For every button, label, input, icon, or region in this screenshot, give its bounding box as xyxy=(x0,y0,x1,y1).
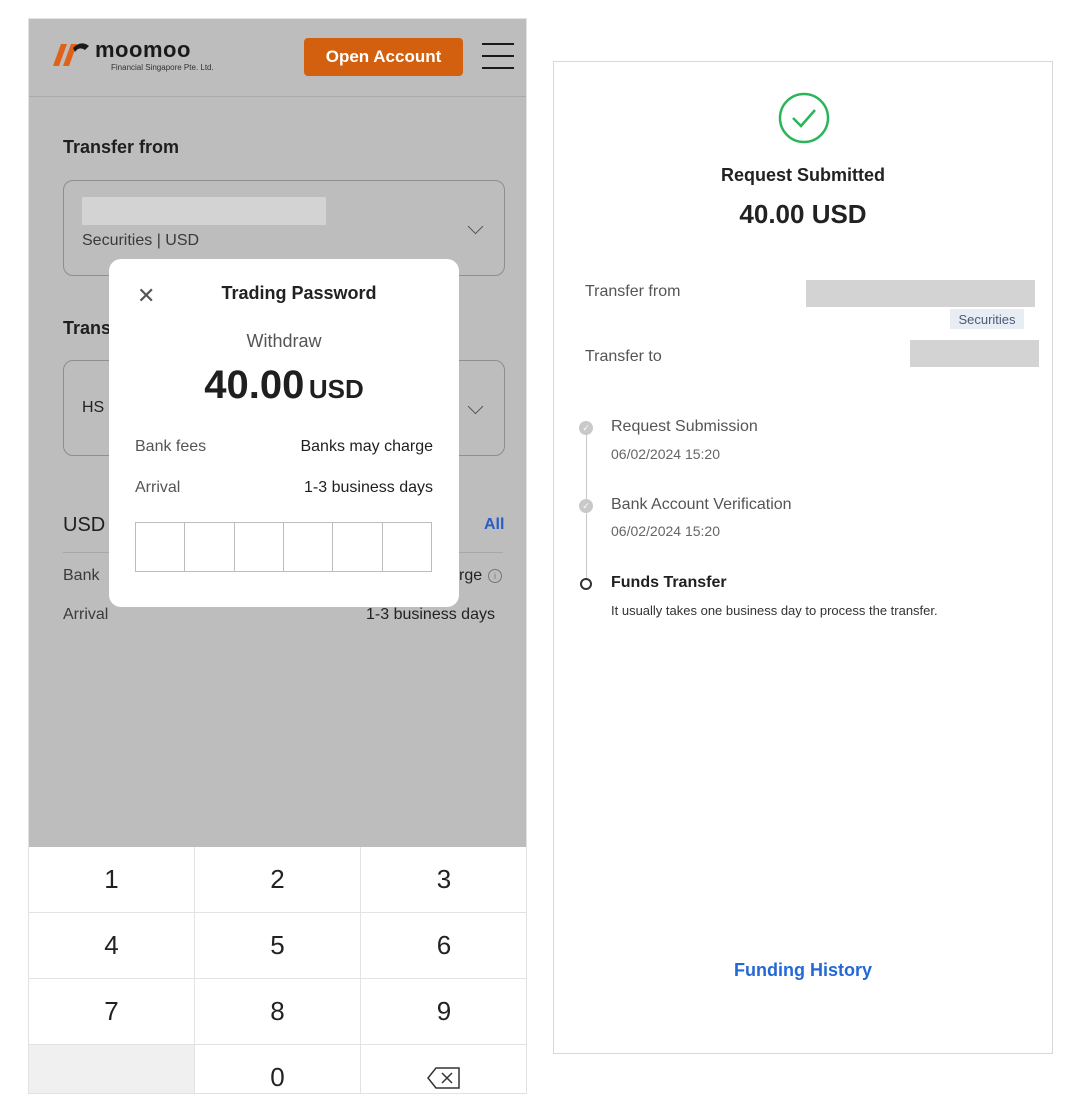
transfer-from-account-sub: Securities | USD xyxy=(82,232,200,249)
brand-subtitle: Financial Singapore Pte. Ltd. xyxy=(111,63,214,72)
numeric-keypad: 1 2 3 4 5 6 7 8 9 0 xyxy=(29,847,526,1093)
check-icon: ✓ xyxy=(579,499,593,513)
chevron-down-icon xyxy=(467,398,484,415)
transfer-from-label: Transfer from xyxy=(585,283,681,300)
request-amount: 40.00 USD xyxy=(739,199,867,229)
header: moomoo Financial Singapore Pte. Ltd. Ope… xyxy=(29,19,526,97)
trading-password-dialog: ✕ Trading Password Withdraw 40.00 USD Ba… xyxy=(109,259,459,607)
funding-history-link[interactable]: Funding History xyxy=(554,960,1052,981)
bank-fees-value: Banks may charge xyxy=(300,438,433,455)
timeline-step-title: Funds Transfer xyxy=(611,574,727,591)
moomoo-logo-icon xyxy=(53,43,89,66)
key-3[interactable]: 3 xyxy=(361,847,526,913)
key-empty xyxy=(29,1045,195,1093)
redacted-account xyxy=(82,197,326,225)
bank-fees-label: Bank xyxy=(63,567,100,584)
info-icon[interactable]: i xyxy=(488,569,502,583)
pin-digit[interactable] xyxy=(235,523,284,571)
redacted-account xyxy=(806,280,1035,307)
timeline-step-date: 06/02/2024 15:20 xyxy=(611,446,720,462)
arrival-value: 1-3 business days xyxy=(366,606,495,623)
transfer-to-account: HS xyxy=(82,399,105,416)
dialog-amount: 40.00 USD xyxy=(109,363,459,408)
timeline-step-title: Request Submission xyxy=(611,418,758,435)
pin-digit[interactable] xyxy=(284,523,334,571)
amount-currency: USD xyxy=(308,374,364,404)
key-6[interactable]: 6 xyxy=(361,913,526,979)
chevron-down-icon xyxy=(467,218,484,235)
key-2[interactable]: 2 xyxy=(195,847,361,913)
transfer-from-label: Transfer from xyxy=(63,137,180,157)
pin-digit[interactable] xyxy=(333,523,383,571)
arrival-label: Arrival xyxy=(63,606,109,623)
withdraw-screen: moomoo Financial Singapore Pte. Ltd. Ope… xyxy=(28,18,527,1094)
timeline-step-date: 06/02/2024 15:20 xyxy=(611,523,720,539)
backspace-icon xyxy=(427,1066,460,1089)
pin-digit[interactable] xyxy=(185,523,235,571)
key-8[interactable]: 8 xyxy=(195,979,361,1045)
success-check-icon xyxy=(778,92,830,144)
menu-icon[interactable] xyxy=(482,43,514,71)
arrival-label: Arrival xyxy=(135,479,181,496)
arrival-value: 1-3 business days xyxy=(304,479,433,496)
request-submitted-panel: Request Submitted 40.00 USD Transfer fro… xyxy=(553,61,1053,1054)
amount-value: 40.00 xyxy=(204,363,305,407)
pending-step-icon xyxy=(580,578,592,590)
pin-digit[interactable] xyxy=(383,523,431,571)
bank-fees-row: Bank fees Banks may charge xyxy=(135,438,433,456)
dialog-title: Trading Password xyxy=(221,283,377,303)
check-icon: ✓ xyxy=(579,421,593,435)
key-4[interactable]: 4 xyxy=(29,913,195,979)
bank-fees-value: rge xyxy=(459,567,483,584)
all-link[interactable]: All xyxy=(484,516,504,534)
bank-fees-label: Bank fees xyxy=(135,438,207,455)
timeline-step-note: It usually takes one business day to pro… xyxy=(611,603,938,618)
transfer-to-label: Transfer to xyxy=(585,348,662,365)
timeline-step-title: Bank Account Verification xyxy=(611,496,792,513)
password-input[interactable] xyxy=(135,522,432,572)
transfer-to-label: Trans xyxy=(63,318,112,338)
arrival-row: Arrival 1-3 business days xyxy=(135,479,433,497)
open-account-button[interactable]: Open Account xyxy=(304,38,463,76)
amount-label: USD xyxy=(63,514,106,536)
key-0[interactable]: 0 xyxy=(195,1045,361,1093)
status-title: Request Submitted xyxy=(720,165,885,185)
account-type-badge: Securities xyxy=(950,309,1024,329)
backspace-key[interactable] xyxy=(361,1045,526,1093)
redacted-account xyxy=(910,340,1039,367)
brand-name: moomoo xyxy=(95,37,191,62)
key-7[interactable]: 7 xyxy=(29,979,195,1045)
pin-digit[interactable] xyxy=(136,523,186,571)
key-9[interactable]: 9 xyxy=(361,979,526,1045)
key-5[interactable]: 5 xyxy=(195,913,361,979)
dialog-subtitle: Withdraw xyxy=(246,331,322,351)
key-1[interactable]: 1 xyxy=(29,847,195,913)
